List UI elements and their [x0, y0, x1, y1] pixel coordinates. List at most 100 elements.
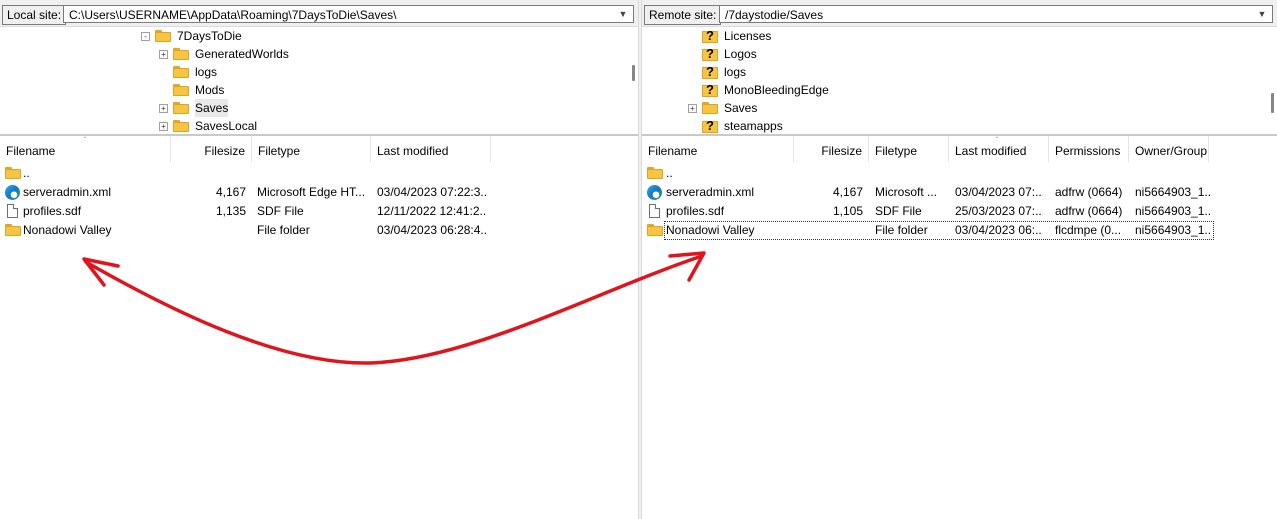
cell-modified: 25/03/2023 07:...: [955, 204, 1043, 218]
remote-site-label: Remote site:: [644, 5, 722, 25]
cell-type: Microsoft Edge HT...: [257, 185, 366, 199]
folder-icon: [5, 167, 21, 179]
chevron-down-icon[interactable]: ▼: [616, 6, 630, 22]
folder-icon: [647, 224, 663, 236]
expand-icon[interactable]: +: [159, 122, 168, 131]
file-row[interactable]: serveradmin.xml 4,167 Microsoft Edge HT...…: [0, 183, 491, 202]
cell-modified: 03/04/2023 06:28:4...: [377, 223, 487, 237]
tree-item-logs[interactable]: ? logs: [690, 63, 890, 81]
folder-icon: [647, 167, 663, 179]
cell-size: 1,105: [832, 204, 863, 218]
document-icon: [7, 204, 18, 218]
document-icon: [649, 204, 660, 218]
column-header-owner-group[interactable]: Owner/Group: [1129, 136, 1209, 162]
tree-item-label: Licenses: [724, 29, 772, 43]
cell-name: Nonadowi Valley: [23, 223, 112, 237]
remote-site-pane: Remote site: /7daystodie/Saves ▼ ? Licens…: [642, 0, 1277, 519]
column-header-permissions[interactable]: Permissions: [1049, 136, 1129, 162]
tree-item-label: steamapps: [724, 119, 783, 133]
edge-icon: [5, 185, 20, 200]
tree-item-label: 7DaysToDie: [177, 29, 242, 43]
tree-item-label: Mods: [195, 83, 225, 97]
tree-item-generatedworlds[interactable]: + GeneratedWorlds: [159, 45, 361, 63]
remote-path-value: /7daystodie/Saves: [725, 8, 824, 22]
file-row[interactable]: profiles.sdf 1,105 SDF File 25/03/2023 07:.…: [642, 202, 1214, 221]
folder-icon: [173, 66, 189, 78]
tree-item-label: SavesLocal: [195, 119, 258, 133]
cell-modified: 03/04/2023 07:22:3...: [377, 185, 487, 199]
tree-item-saveslocal[interactable]: + SavesLocal: [159, 117, 361, 133]
tree-item-steamapps[interactable]: ? steamapps: [690, 117, 890, 133]
folder-icon: [173, 120, 189, 132]
column-header-filetype[interactable]: Filetype: [252, 136, 371, 162]
parent-directory-row[interactable]: ..: [0, 164, 491, 183]
remote-path-combobox[interactable]: /7daystodie/Saves ▼: [719, 5, 1273, 23]
remote-file-list[interactable]: Filename Filesize Filetype Last modified Per…: [642, 134, 1277, 519]
cell-modified: 03/04/2023 07:...: [955, 185, 1043, 199]
tree-item-logs[interactable]: logs: [161, 63, 361, 81]
cell-permissions: adfrw (0664): [1055, 185, 1123, 199]
cell-name: ..: [23, 166, 30, 180]
tree-item-saves[interactable]: + Saves: [159, 99, 361, 117]
chevron-down-icon[interactable]: ▼: [1255, 6, 1269, 22]
tree-item-mods[interactable]: Mods: [161, 81, 361, 99]
sort-indicator-icon: ˇ: [83, 136, 87, 145]
cell-type: SDF File: [257, 204, 304, 218]
tree-item-licenses[interactable]: ? Licenses: [690, 27, 890, 45]
tree-item-label: Saves: [724, 101, 758, 115]
column-header-filesize[interactable]: Filesize: [794, 136, 869, 162]
tree-item-label: logs: [195, 65, 218, 79]
cell-name: ..: [666, 166, 673, 180]
cell-type: Microsoft ...: [875, 185, 938, 199]
unknown-folder-icon: ?: [702, 29, 718, 43]
cell-type: SDF File: [875, 204, 922, 218]
edge-icon: [647, 185, 662, 200]
expand-icon[interactable]: +: [159, 50, 168, 59]
remote-column-headers: Filename Filesize Filetype Last modified Per…: [642, 136, 1277, 162]
column-header-filetype[interactable]: Filetype: [869, 136, 949, 162]
column-header-last-modified[interactable]: Last modified: [371, 136, 491, 162]
cell-size: 4,167: [832, 185, 863, 199]
cell-name: profiles.sdf: [666, 204, 725, 218]
local-site-label: Local site:: [2, 5, 67, 25]
cell-type: File folder: [257, 223, 310, 237]
folder-icon: [173, 102, 189, 114]
unknown-folder-icon: ?: [702, 47, 718, 61]
cell-owner: ni5664903_1...: [1135, 223, 1211, 237]
folder-icon: [173, 48, 189, 60]
local-path-combobox[interactable]: C:\Users\USERNAME\AppData\Roaming\7DaysT…: [63, 5, 634, 23]
column-header-filename[interactable]: Filename: [642, 136, 794, 162]
cell-name: serveradmin.xml: [666, 185, 755, 199]
tree-item-logos[interactable]: ? Logos: [690, 45, 890, 63]
parent-directory-row[interactable]: ..: [642, 164, 1214, 183]
folder-icon: [173, 84, 189, 96]
cell-owner: ni5664903_1...: [1135, 204, 1211, 218]
folder-icon: [5, 224, 21, 236]
expand-icon[interactable]: +: [159, 104, 168, 113]
remote-tree-scrollbar[interactable]: [1271, 93, 1274, 113]
remote-directory-tree[interactable]: ? Licenses? Logos ? logs? MonoBleedingEdge + Sa…: [642, 26, 1277, 133]
expand-icon[interactable]: +: [688, 104, 697, 113]
cell-name: serveradmin.xml: [23, 185, 112, 199]
cell-type: File folder: [875, 223, 928, 237]
cell-permissions: flcdmpe (0...: [1055, 223, 1122, 237]
tree-item-label: Logos: [724, 47, 757, 61]
local-file-list[interactable]: Filename Filesize Filetype Last modified ˇ .…: [0, 134, 638, 519]
column-header-filesize[interactable]: Filesize: [171, 136, 252, 162]
local-directory-tree[interactable]: - 7DaysToDie + GeneratedWorlds logs Mods + Save…: [0, 26, 638, 133]
tree-item-saves[interactable]: + Saves: [688, 99, 890, 117]
file-row[interactable]: Nonadowi Valley File folder 03/04/2023 06:…: [0, 221, 491, 240]
collapse-icon[interactable]: -: [141, 32, 150, 41]
file-row[interactable]: Nonadowi Valley File folder 03/04/2023 06:…: [647, 221, 1214, 240]
tree-item-7daystodie[interactable]: - 7DaysToDie: [141, 27, 343, 45]
local-path-value: C:\Users\USERNAME\AppData\Roaming\7DaysT…: [69, 8, 397, 22]
unknown-folder-icon: ?: [702, 83, 718, 97]
local-site-pane: Local site: C:\Users\USERNAME\AppData\Ro…: [0, 0, 638, 519]
file-row[interactable]: profiles.sdf 1,135 SDF File 12/11/2022 12:4…: [0, 202, 491, 221]
unknown-folder-icon: ?: [702, 119, 718, 133]
tree-item-monobleedingedge[interactable]: ? MonoBleedingEdge: [690, 81, 890, 99]
file-row[interactable]: serveradmin.xml 4,167 Microsoft ... 03/04/2…: [642, 183, 1214, 202]
cell-modified: 03/04/2023 06:...: [955, 223, 1043, 237]
unknown-folder-icon: ?: [702, 65, 718, 79]
local-tree-scrollbar[interactable]: [632, 65, 635, 81]
